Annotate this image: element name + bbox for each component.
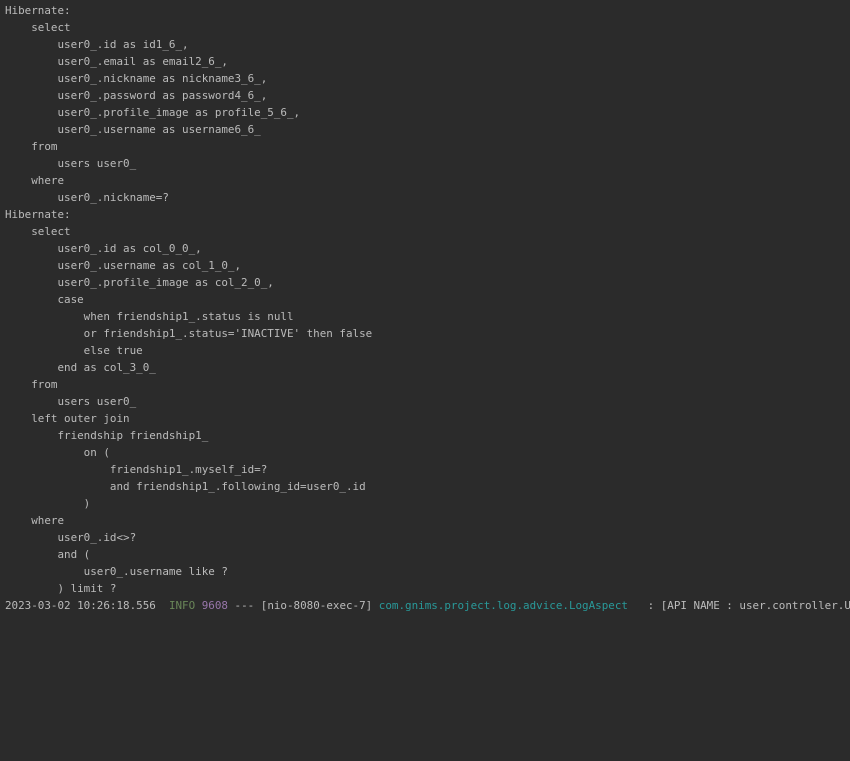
- console-output[interactable]: Hibernate: select user0_.id as id1_6_, u…: [0, 0, 850, 761]
- console-line: user0_.username like ?: [5, 565, 228, 578]
- log-entry: 2023-03-02 10:26:18.556 INFO 9608 --- [n…: [5, 597, 850, 614]
- console-line: user0_.username as username6_6_: [5, 123, 268, 136]
- console-line: left outer join: [5, 412, 130, 425]
- console-line: friendship friendship1_: [5, 429, 215, 442]
- log-pid: 9608: [201, 599, 228, 612]
- console-line: from: [5, 140, 58, 153]
- console-line: end as col_3_0_: [5, 361, 163, 374]
- console-line: where: [5, 174, 65, 187]
- log-timestamp: 2023-03-02 10:26:18.556: [5, 599, 156, 612]
- console-line: user0_.id<>?: [5, 531, 143, 544]
- console-line: user0_.id as id1_6_,: [5, 38, 189, 51]
- log-thread: [nio-8080-exec-7]: [260, 599, 373, 612]
- console-line: friendship1_.myself_id=?: [5, 463, 274, 476]
- console-line: user0_.password as password4_6_,: [5, 89, 268, 102]
- console-line: and (: [5, 548, 91, 561]
- console-line: else true: [5, 344, 150, 357]
- console-line: user0_.nickname as nickname3_6_,: [5, 72, 268, 85]
- console-line: where: [5, 514, 65, 527]
- console-line: user0_.profile_image as profile_5_6_,: [5, 106, 301, 119]
- console-line: and friendship1_.following_id=user0_.id: [5, 480, 366, 493]
- console-line: users user0_: [5, 395, 143, 408]
- console-line: select: [5, 21, 71, 34]
- console-line: user0_.profile_image as col_2_0_,: [5, 276, 274, 289]
- console-line: users user0_: [5, 157, 143, 170]
- console-line: user0_.username as col_1_0_,: [5, 259, 242, 272]
- console-line: user0_.email as email2_6_,: [5, 55, 228, 68]
- console-line: Hibernate:: [5, 4, 78, 17]
- log-separator: ---: [234, 599, 255, 612]
- console-line: on (: [5, 446, 110, 459]
- hibernate-sql-output: Hibernate: select user0_.id as id1_6_, u…: [5, 2, 379, 597]
- log-level: INFO: [168, 599, 196, 612]
- console-line: select: [5, 225, 71, 238]
- console-line: case: [5, 293, 91, 306]
- console-line: ): [5, 497, 97, 510]
- log-logger-link[interactable]: com.gnims.project.log.advice.LogAspect: [379, 599, 628, 612]
- console-line: from: [5, 378, 58, 391]
- console-line: ) limit ?: [5, 582, 117, 595]
- log-message: : [API NAME : user.controller.UserContro…: [647, 599, 850, 612]
- console-line: user0_.id as col_0_0_,: [5, 242, 202, 255]
- console-line: Hibernate:: [5, 208, 78, 221]
- console-line: or friendship1_.status='INACTIVE' then f…: [5, 327, 379, 340]
- console-line: user0_.nickname=?: [5, 191, 169, 204]
- console-line: when friendship1_.status is null: [5, 310, 301, 323]
